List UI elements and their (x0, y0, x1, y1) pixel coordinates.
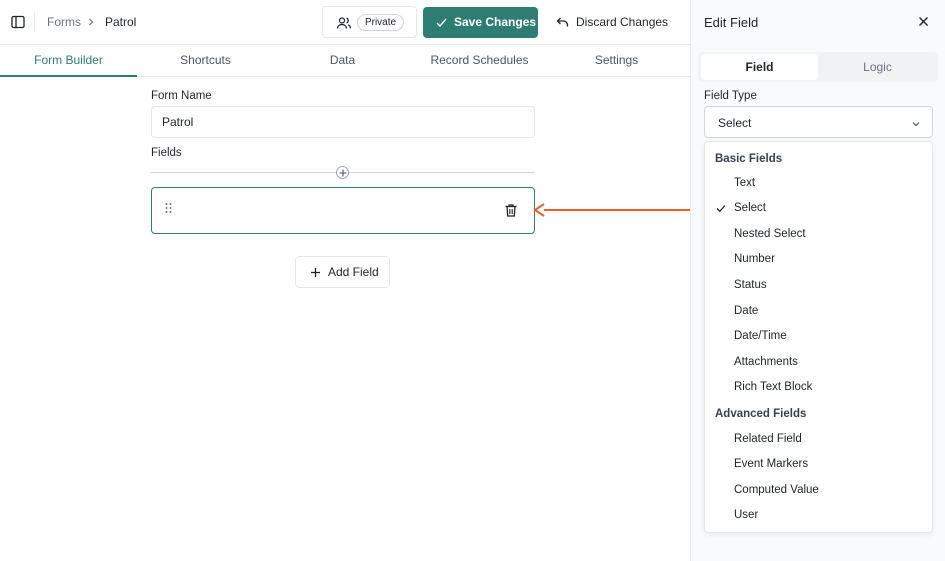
check-icon (435, 16, 448, 29)
trash-icon[interactable] (504, 203, 518, 218)
option-label: User (734, 509, 759, 521)
option-label: Text (734, 177, 756, 189)
option-nested-select[interactable]: Nested Select (705, 223, 932, 247)
field-type-value: Select (718, 116, 752, 130)
option-label: Select (734, 202, 766, 214)
group-label-advanced: Advanced Fields (715, 408, 807, 420)
save-changes-label: Save Changes (454, 15, 537, 29)
tab-form-builder[interactable]: Form Builder (0, 45, 137, 77)
main-tabs: Form Builder Shortcuts Data Record Sched… (0, 45, 690, 77)
option-label: Attachments (734, 356, 798, 368)
form-name-input[interactable] (151, 106, 535, 138)
discard-changes-label: Discard Changes (576, 15, 669, 29)
option-label: Number (734, 253, 775, 265)
option-attachments[interactable]: Attachments (705, 351, 932, 375)
option-text[interactable]: Text (705, 172, 932, 196)
tab-shortcuts[interactable]: Shortcuts (137, 45, 274, 77)
option-number[interactable]: Number (705, 248, 932, 272)
option-label: Date/Time (734, 330, 787, 342)
breadcrumb-current: Patrol (105, 15, 137, 29)
breadcrumb-forms-link[interactable]: Forms (47, 15, 81, 29)
option-status[interactable]: Status (705, 274, 932, 298)
undo-icon (556, 16, 569, 29)
field-type-select[interactable]: Select (704, 106, 933, 138)
group-label-basic: Basic Fields (715, 153, 783, 165)
option-label: Related Field (734, 433, 802, 445)
add-field-label: Add Field (328, 265, 379, 279)
plus-icon (310, 267, 321, 278)
option-select[interactable]: Select (705, 197, 932, 221)
option-rich-text-block[interactable]: Rich Text Block (705, 376, 932, 400)
chevron-right-icon (86, 16, 96, 26)
tab-logic[interactable]: Logic (819, 54, 936, 80)
fields-label: Fields (151, 147, 182, 159)
field-card-selected[interactable] (151, 187, 535, 234)
option-label: Event Markers (734, 458, 809, 470)
option-date-time[interactable]: Date/Time (705, 325, 932, 349)
edit-field-panel: Edit Field Field Logic Field Type Select… (690, 0, 945, 561)
option-label: Rich Text Block (734, 381, 813, 393)
tab-settings[interactable]: Settings (548, 45, 685, 77)
add-field-button[interactable]: Add Field (295, 256, 390, 288)
form-name-label: Form Name (151, 90, 212, 102)
tab-data[interactable]: Data (274, 45, 411, 77)
panel-title: Edit Field (704, 15, 759, 30)
option-computed-value[interactable]: Computed Value (705, 479, 932, 503)
discard-changes-button[interactable]: Discard Changes (552, 7, 670, 38)
option-label: Computed Value (734, 484, 819, 496)
top-bar: Forms Patrol Private Save Changes Discar… (0, 0, 690, 45)
option-date[interactable]: Date (705, 300, 932, 324)
form-builder-app: Forms Patrol Private Save Changes Discar… (0, 0, 690, 561)
option-related-field[interactable]: Related Field (705, 428, 932, 452)
drag-handle-icon[interactable] (164, 202, 174, 214)
insert-field-button[interactable] (336, 166, 349, 179)
checkmark-icon (716, 204, 726, 213)
option-event-markers[interactable]: Event Markers (705, 453, 932, 477)
chevron-down-icon (911, 118, 921, 128)
tab-field[interactable]: Field (701, 54, 818, 80)
field-type-label: Field Type (704, 90, 757, 102)
option-label: Nested Select (734, 228, 806, 240)
field-type-dropdown: Basic Fields Text Select Nested Select N… (704, 141, 933, 533)
close-icon[interactable] (918, 16, 929, 27)
sidebar-toggle-icon[interactable] (10, 14, 26, 30)
private-badge: Private (357, 14, 404, 31)
option-label: Status (734, 279, 767, 291)
save-changes-button[interactable]: Save Changes (423, 7, 538, 38)
option-user[interactable]: User (705, 504, 932, 528)
panel-tabs: Field Logic (698, 52, 938, 82)
option-label: Date (734, 305, 759, 317)
users-icon (336, 15, 352, 31)
divider (34, 12, 35, 32)
sharing-button[interactable]: Private (322, 6, 417, 38)
tab-record-schedules[interactable]: Record Schedules (411, 45, 548, 77)
